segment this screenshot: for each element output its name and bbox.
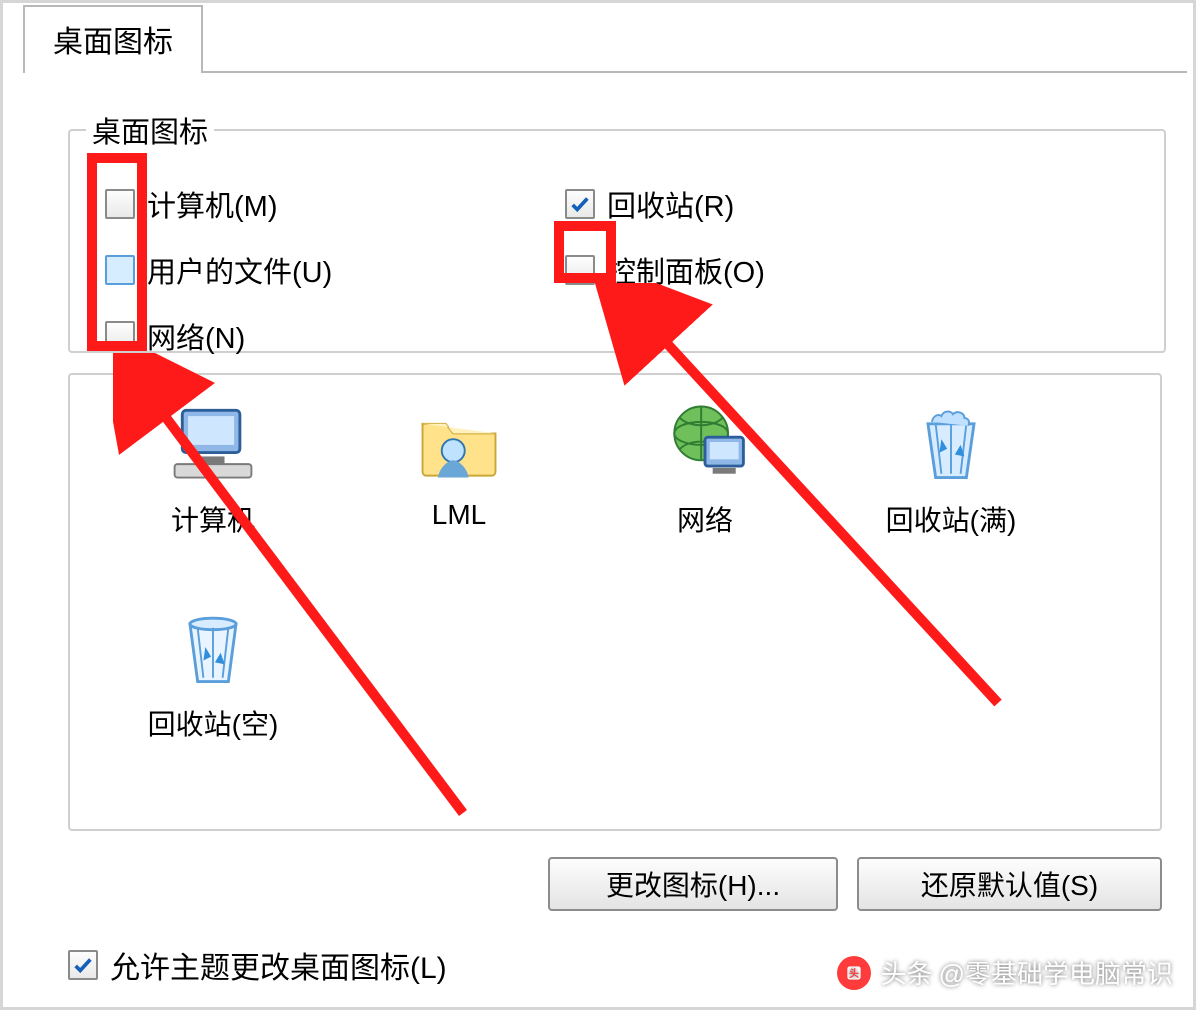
checkbox-controlpanel[interactable] bbox=[565, 255, 595, 285]
checkbox-column-left: 计算机(M) 用户的文件(U) 网络(N) bbox=[105, 171, 332, 369]
checkbox-column-right: 回收站(R) 控制面板(O) bbox=[565, 171, 765, 303]
checkbox-row-computer[interactable]: 计算机(M) bbox=[105, 171, 332, 237]
groupbox-legend: 桌面图标 bbox=[86, 109, 214, 151]
checkbox-label: 用户的文件(U) bbox=[147, 249, 332, 291]
dialog-window: 桌面图标 桌面图标 计算机(M) 用户的文件(U) 网络(N) 回收站(R) bbox=[0, 0, 1196, 1010]
change-icon-button[interactable]: 更改图标(H)... bbox=[548, 857, 838, 911]
watermark-text: @零基础学电脑常识 bbox=[939, 954, 1173, 991]
checkbox-label: 网络(N) bbox=[147, 315, 245, 357]
network-icon bbox=[655, 393, 755, 493]
watermark: 头 头条 @零基础学电脑常识 bbox=[837, 954, 1173, 991]
preview-label: 回收站(空) bbox=[148, 703, 279, 743]
preview-label: 回收站(满) bbox=[886, 499, 1017, 539]
preview-label: LML bbox=[432, 499, 486, 531]
preview-label: 网络 bbox=[677, 499, 733, 539]
groupbox-desktop-icons: 桌面图标 计算机(M) 用户的文件(U) 网络(N) 回收站(R) 控 bbox=[68, 129, 1166, 353]
recycle-full-icon bbox=[901, 393, 1001, 493]
allow-themes-row[interactable]: 允许主题更改桌面图标(L) bbox=[68, 943, 447, 987]
preview-item-computer[interactable]: 计算机 bbox=[90, 389, 336, 593]
checkbox-userfiles[interactable] bbox=[105, 255, 135, 285]
checkbox-allow-themes[interactable] bbox=[68, 950, 98, 980]
checkbox-computer[interactable] bbox=[105, 189, 135, 219]
computer-icon bbox=[163, 393, 263, 493]
allow-themes-label: 允许主题更改桌面图标(L) bbox=[110, 943, 447, 987]
checkbox-label: 计算机(M) bbox=[147, 183, 277, 225]
checkbox-row-recyclebin[interactable]: 回收站(R) bbox=[565, 171, 765, 237]
checkbox-row-network[interactable]: 网络(N) bbox=[105, 303, 332, 369]
tab-desktop-icons[interactable]: 桌面图标 bbox=[23, 5, 203, 73]
recycle-empty-icon bbox=[163, 597, 263, 697]
checkbox-label: 控制面板(O) bbox=[607, 249, 765, 291]
preview-label: 计算机 bbox=[171, 499, 255, 539]
preview-item-userfolder[interactable]: LML bbox=[336, 389, 582, 593]
icon-preview-grid: 计算机 LML bbox=[90, 389, 1140, 797]
preview-item-network[interactable]: 网络 bbox=[582, 389, 828, 593]
restore-default-button[interactable]: 还原默认值(S) bbox=[857, 857, 1162, 911]
tab-strip: 桌面图标 bbox=[23, 11, 203, 73]
icon-preview-panel: 计算机 LML bbox=[68, 373, 1162, 831]
preview-item-recycle-empty[interactable]: 回收站(空) bbox=[90, 593, 336, 797]
checkbox-recyclebin[interactable] bbox=[565, 189, 595, 219]
preview-item-recycle-full[interactable]: 回收站(满) bbox=[828, 389, 1074, 593]
svg-text:头: 头 bbox=[849, 967, 859, 980]
tab-mask bbox=[25, 71, 187, 74]
userfolder-icon bbox=[409, 393, 509, 493]
checkbox-row-userfiles[interactable]: 用户的文件(U) bbox=[105, 237, 332, 303]
watermark-prefix: 头条 bbox=[881, 954, 933, 991]
checkbox-row-controlpanel[interactable]: 控制面板(O) bbox=[565, 237, 765, 303]
toutiao-icon: 头 bbox=[837, 956, 871, 990]
checkbox-network[interactable] bbox=[105, 321, 135, 351]
checkbox-label: 回收站(R) bbox=[607, 183, 734, 225]
